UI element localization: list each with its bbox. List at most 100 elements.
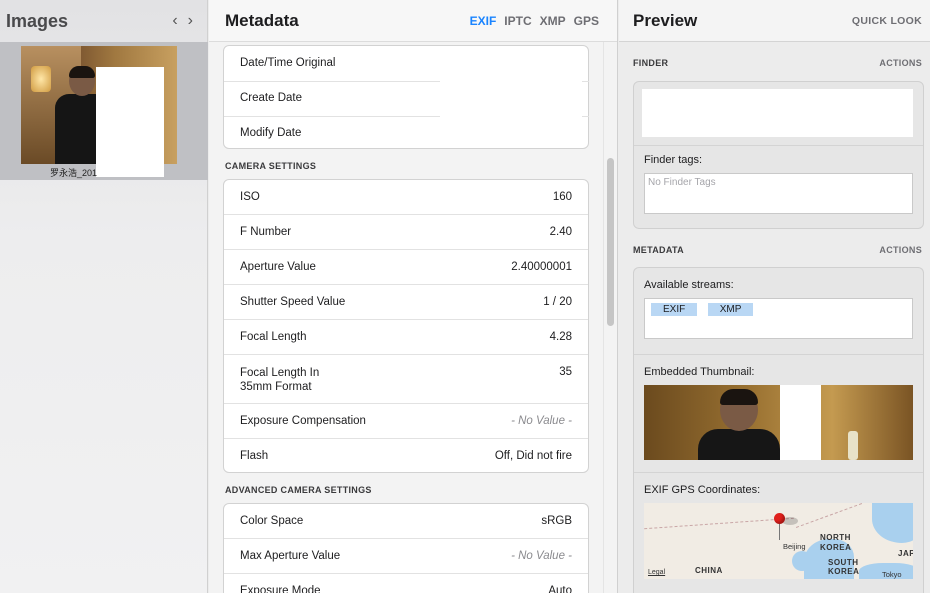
streams-box: EXIF XMP [644, 298, 913, 339]
thumbnail-bottle [848, 431, 858, 460]
setting-label: Exposure Mode [240, 585, 321, 593]
map-city-beijing: Beijing [783, 542, 806, 551]
tab-xmp[interactable]: XMP [540, 14, 566, 28]
setting-label: Max Aperture Value [240, 550, 341, 562]
setting-value: 1 / 20 [543, 296, 572, 308]
advanced-setting-row: Color Space sRGB [224, 504, 588, 538]
row-divider [224, 81, 440, 82]
map-label-china: CHINA [695, 566, 723, 575]
chevron-left-icon[interactable]: ‹ [172, 12, 177, 30]
finder-tags-field[interactable]: No Finder Tags [644, 173, 913, 214]
setting-label: Focal Length [240, 331, 307, 343]
redaction-block-extension [96, 164, 164, 177]
finder-card: Finder tags: No Finder Tags [633, 81, 924, 229]
embedded-thumbnail-label: Embedded Thumbnail: [644, 366, 755, 378]
advanced-setting-row: Max Aperture Value - No Value - [224, 538, 588, 573]
map-pin-icon[interactable] [774, 513, 785, 524]
thumbnail-lamp [31, 66, 51, 92]
map-label-south: SOUTH [828, 558, 859, 567]
camera-setting-row: Focal Length 4.28 [224, 319, 588, 354]
images-title: Images [6, 10, 69, 31]
camera-setting-row: Exposure Compensation - No Value - [224, 403, 588, 438]
setting-value: Auto [548, 585, 572, 593]
gps-map[interactable]: Beijing NORTH KOREA SOUTH KOREA JAP CHIN… [644, 503, 913, 579]
finder-tags-placeholder: No Finder Tags [648, 177, 716, 188]
metadata-header: Metadata EXIF IPTC XMP GPS [209, 0, 617, 42]
finder-preview-area [634, 82, 923, 145]
map-label-north-korea: KOREA [820, 543, 852, 552]
setting-label: ISO [240, 191, 260, 203]
tab-exif[interactable]: EXIF [470, 14, 497, 28]
map-label-south-korea: KOREA [828, 567, 860, 576]
preview-pane: Preview QUICK LOOK FINDER ACTIONS Finder… [619, 0, 930, 593]
advanced-settings-card: Color Space sRGB Max Aperture Value - No… [223, 503, 589, 593]
row-divider [582, 81, 589, 82]
map-city-tokyo: Tokyo [882, 570, 902, 579]
setting-value: 2.40000001 [511, 261, 572, 273]
setting-label: Color Space [240, 515, 304, 527]
date-label: Create Date [240, 92, 303, 104]
chevron-right-icon[interactable]: › [188, 12, 193, 30]
setting-label: Aperture Value [240, 261, 316, 273]
finder-tags-label: Finder tags: [644, 154, 703, 166]
person-body [698, 429, 780, 460]
redaction-block [96, 67, 164, 164]
setting-label: Shutter Speed Value [240, 296, 346, 308]
camera-setting-row: Flash Off, Did not fire [224, 438, 588, 472]
camera-setting-row: Aperture Value 2.40000001 [224, 249, 588, 284]
camera-setting-row: Shutter Speed Value 1 / 20 [224, 284, 588, 319]
dates-card: Date/Time Original Create Date Modify Da… [223, 45, 589, 149]
metadata-scrollbar[interactable] [607, 158, 614, 326]
setting-label: Focal Length In 35mm Format [240, 367, 320, 393]
map-label-north: NORTH [820, 533, 851, 542]
quick-look-button[interactable]: QUICK LOOK [852, 15, 922, 27]
setting-value: - No Value - [511, 415, 572, 427]
thumbnail-person [694, 385, 784, 460]
map-sea-bohai [792, 551, 812, 571]
finder-actions-button[interactable]: ACTIONS [879, 58, 922, 68]
metadata-scroll-area[interactable]: Date/Time Original Create Date Modify Da… [223, 45, 589, 593]
camera-settings-card: ISO 160 F Number 2.40 Aperture Value 2.4… [223, 179, 589, 473]
stream-tag-xmp[interactable]: XMP [707, 303, 754, 316]
date-row: Modify Date [224, 116, 589, 148]
gps-label: EXIF GPS Coordinates: [644, 484, 761, 496]
map-border [644, 517, 794, 530]
camera-setting-row: ISO 160 [224, 180, 588, 214]
person-hair [69, 66, 95, 78]
selected-image-strip[interactable]: 罗永浩_201 [0, 42, 208, 180]
image-thumbnail[interactable] [21, 46, 177, 164]
setting-label: Exposure Compensation [240, 415, 366, 427]
tab-iptc[interactable]: IPTC [504, 14, 531, 28]
metadata-pane: Metadata EXIF IPTC XMP GPS Date/Time Ori… [209, 0, 618, 593]
metadata-section-title: METADATA [633, 245, 684, 255]
finder-tags-section: Finder tags: No Finder Tags [634, 145, 923, 222]
date-label: Modify Date [240, 127, 302, 139]
gps-section: EXIF GPS Coordinates: Beijing NORTH KORE… [634, 472, 923, 587]
preview-header: Preview QUICK LOOK [619, 0, 930, 42]
metadata-section-header: METADATA ACTIONS [619, 245, 930, 255]
map-sea-japan [872, 503, 913, 543]
camera-setting-row: Focal Length In 35mm Format 35 [224, 354, 588, 403]
tab-gps[interactable]: GPS [574, 14, 599, 28]
embedded-thumbnail [644, 385, 913, 460]
map-border [795, 503, 863, 528]
map-pin-stem [779, 524, 780, 540]
setting-value: sRGB [541, 515, 572, 527]
thumbnail-caption: 罗永浩_201 [50, 168, 98, 178]
available-streams-label: Available streams: [644, 279, 734, 291]
date-row: Date/Time Original [224, 46, 588, 81]
camera-settings-heading: CAMERA SETTINGS [225, 161, 317, 171]
camera-setting-row: F Number 2.40 [224, 214, 588, 249]
person-hair [720, 389, 758, 405]
setting-value: Off, Did not fire [494, 450, 572, 462]
embedded-thumbnail-section: Embedded Thumbnail: [634, 354, 923, 472]
row-divider [582, 116, 589, 117]
metadata-card: Available streams: EXIF XMP Embedded Thu… [633, 267, 924, 593]
metadata-actions-button[interactable]: ACTIONS [879, 245, 922, 255]
row-divider [224, 116, 440, 117]
stream-tag-exif[interactable]: EXIF [651, 303, 698, 316]
map-legal-link[interactable]: Legal [648, 569, 665, 576]
redaction-block [780, 385, 821, 460]
setting-value: 2.40 [549, 226, 572, 238]
available-streams-section: Available streams: EXIF XMP [634, 268, 923, 354]
